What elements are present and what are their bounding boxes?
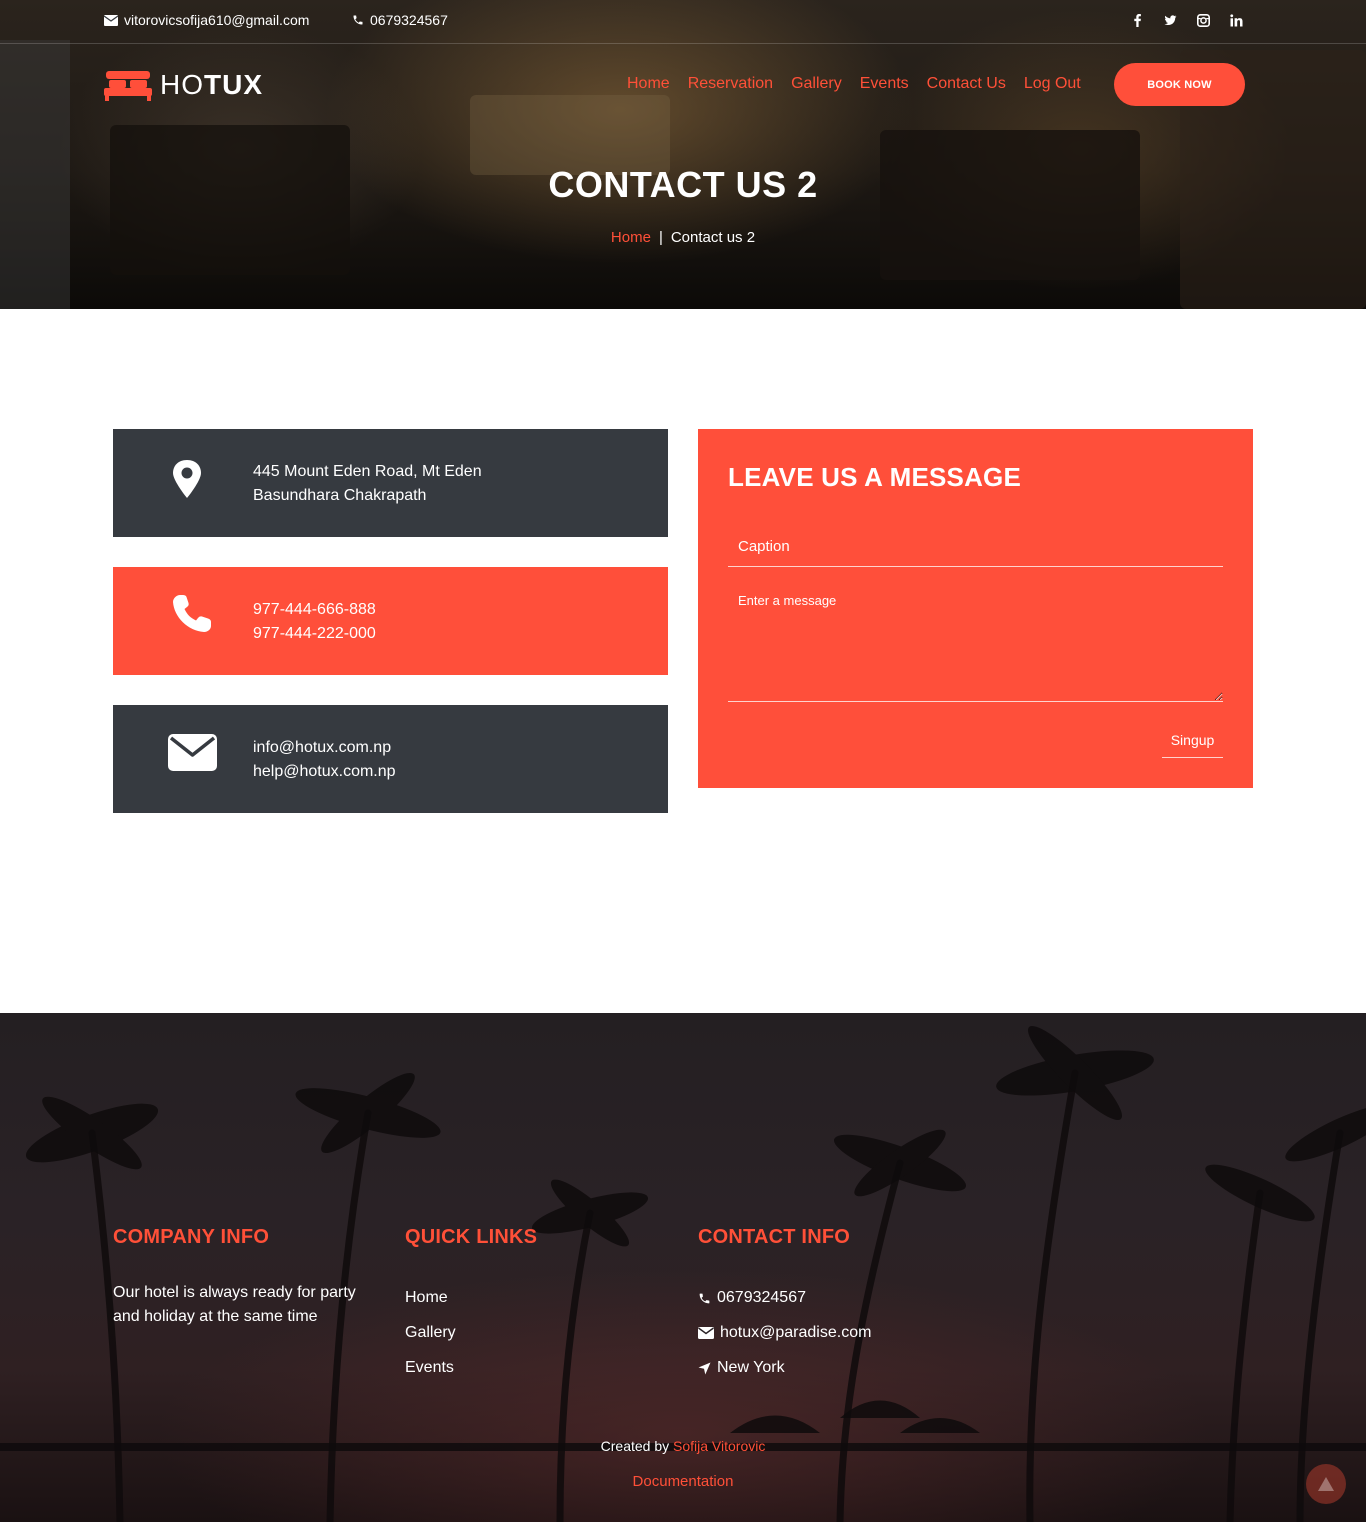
- address-line-2: Basundhara Chakrapath: [253, 487, 427, 504]
- email-card: info@hotux.com.np help@hotux.com.np: [113, 705, 668, 813]
- top-email[interactable]: vitorovicsofija610@gmail.com: [104, 12, 309, 28]
- address-line-1: 445 Mount Eden Road, Mt Eden: [253, 463, 482, 480]
- form-title: LEAVE US A MESSAGE: [728, 462, 1022, 492]
- footer-link-gallery[interactable]: Gallery: [405, 1324, 456, 1342]
- breadcrumb: Home | Contact us 2: [0, 229, 1366, 246]
- footer-link-events[interactable]: Events: [405, 1359, 454, 1377]
- location-arrow-icon: [698, 1362, 711, 1374]
- contact-info-heading: CONTACT INFO: [698, 1226, 851, 1248]
- credit-line: Created by Sofija Vitorovic: [0, 1438, 1366, 1454]
- nav-log-out[interactable]: Log Out: [1024, 75, 1081, 93]
- hero-header: vitorovicsofija610@gmail.com 0679324567 …: [0, 0, 1366, 309]
- company-info-text: Our hotel is always ready for party and …: [113, 1284, 356, 1325]
- nav-contact-us[interactable]: Contact Us: [927, 75, 1006, 93]
- top-email-text: vitorovicsofija610@gmail.com: [124, 12, 310, 28]
- footer-email: hotux@paradise.com: [698, 1324, 871, 1342]
- nav-gallery[interactable]: Gallery: [791, 75, 842, 93]
- book-now-button[interactable]: BOOK NOW: [1114, 63, 1245, 106]
- facebook-icon[interactable]: [1131, 14, 1144, 27]
- phone-line-1: 977-444-666-888: [253, 601, 376, 618]
- logo-text-part2: TUX: [204, 69, 263, 100]
- logo-text-part1: HO: [160, 69, 204, 100]
- phone-icon: [173, 595, 211, 632]
- bed-icon: [104, 71, 152, 101]
- arrow-up-icon: [1318, 1477, 1334, 1491]
- page-title: CONTACT US 2: [548, 164, 818, 205]
- logo-text: HOTUX: [160, 71, 263, 99]
- email-line-1: info@hotux.com.np: [253, 739, 392, 756]
- social-links: [1131, 14, 1243, 27]
- map-pin-icon: [173, 460, 201, 498]
- breadcrumb-current: Contact us 2: [670, 229, 756, 246]
- envelope-icon: [168, 734, 217, 771]
- message-textarea[interactable]: [728, 583, 1223, 702]
- phone-card: 977-444-666-888 977-444-222-000: [113, 567, 668, 675]
- company-info-heading: COMPANY INFO: [113, 1226, 270, 1248]
- nav-events[interactable]: Events: [860, 75, 909, 93]
- credit-prefix: Created by: [600, 1438, 670, 1454]
- envelope-icon: [698, 1327, 714, 1339]
- top-phone[interactable]: 0679324567: [352, 12, 448, 28]
- address-card: 445 Mount Eden Road, Mt Eden Basundhara …: [113, 429, 668, 537]
- email-line-2: help@hotux.com.np: [253, 763, 396, 780]
- email-lines: info@hotux.com.np help@hotux.com.np: [253, 736, 396, 784]
- footer-phone: 0679324567: [698, 1289, 806, 1307]
- footer-location: New York: [698, 1359, 785, 1377]
- address-lines: 445 Mount Eden Road, Mt Eden Basundhara …: [253, 460, 482, 508]
- phone-icon: [699, 1293, 710, 1303]
- signup-button[interactable]: Singup: [1162, 723, 1223, 758]
- message-form: LEAVE US A MESSAGE Singup: [698, 429, 1253, 788]
- phone-icon: [353, 15, 363, 25]
- site-footer: COMPANY INFO Our hotel is always ready f…: [0, 1013, 1366, 1522]
- envelope-icon: [104, 14, 118, 26]
- linkedin-icon[interactable]: [1230, 14, 1243, 27]
- footer-email-text: hotux@paradise.com: [720, 1324, 872, 1341]
- instagram-icon[interactable]: [1197, 14, 1210, 27]
- documentation-link[interactable]: Documentation: [0, 1473, 1366, 1490]
- twitter-icon[interactable]: [1164, 14, 1177, 27]
- caption-input[interactable]: [728, 527, 1223, 567]
- site-logo[interactable]: HOTUX: [104, 68, 263, 102]
- phone-lines: 977-444-666-888 977-444-222-000: [253, 598, 376, 646]
- scroll-to-top-button[interactable]: [1306, 1464, 1346, 1504]
- footer-phone-text: 0679324567: [717, 1289, 806, 1306]
- main-nav: Home Reservation Gallery Events Contact …: [627, 75, 1081, 93]
- top-phone-text: 0679324567: [370, 12, 448, 28]
- top-bar: vitorovicsofija610@gmail.com 0679324567: [0, 0, 1366, 44]
- breadcrumb-separator: |: [658, 229, 663, 246]
- phone-line-2: 977-444-222-000: [253, 625, 376, 642]
- breadcrumb-home[interactable]: Home: [611, 229, 651, 246]
- footer-location-text: New York: [717, 1359, 785, 1376]
- footer-link-home[interactable]: Home: [405, 1289, 448, 1307]
- quick-links-heading: QUICK LINKS: [405, 1226, 538, 1248]
- nav-home[interactable]: Home: [627, 75, 670, 93]
- credit-author-link[interactable]: Sofija Vitorovic: [673, 1438, 765, 1454]
- nav-reservation[interactable]: Reservation: [688, 75, 773, 93]
